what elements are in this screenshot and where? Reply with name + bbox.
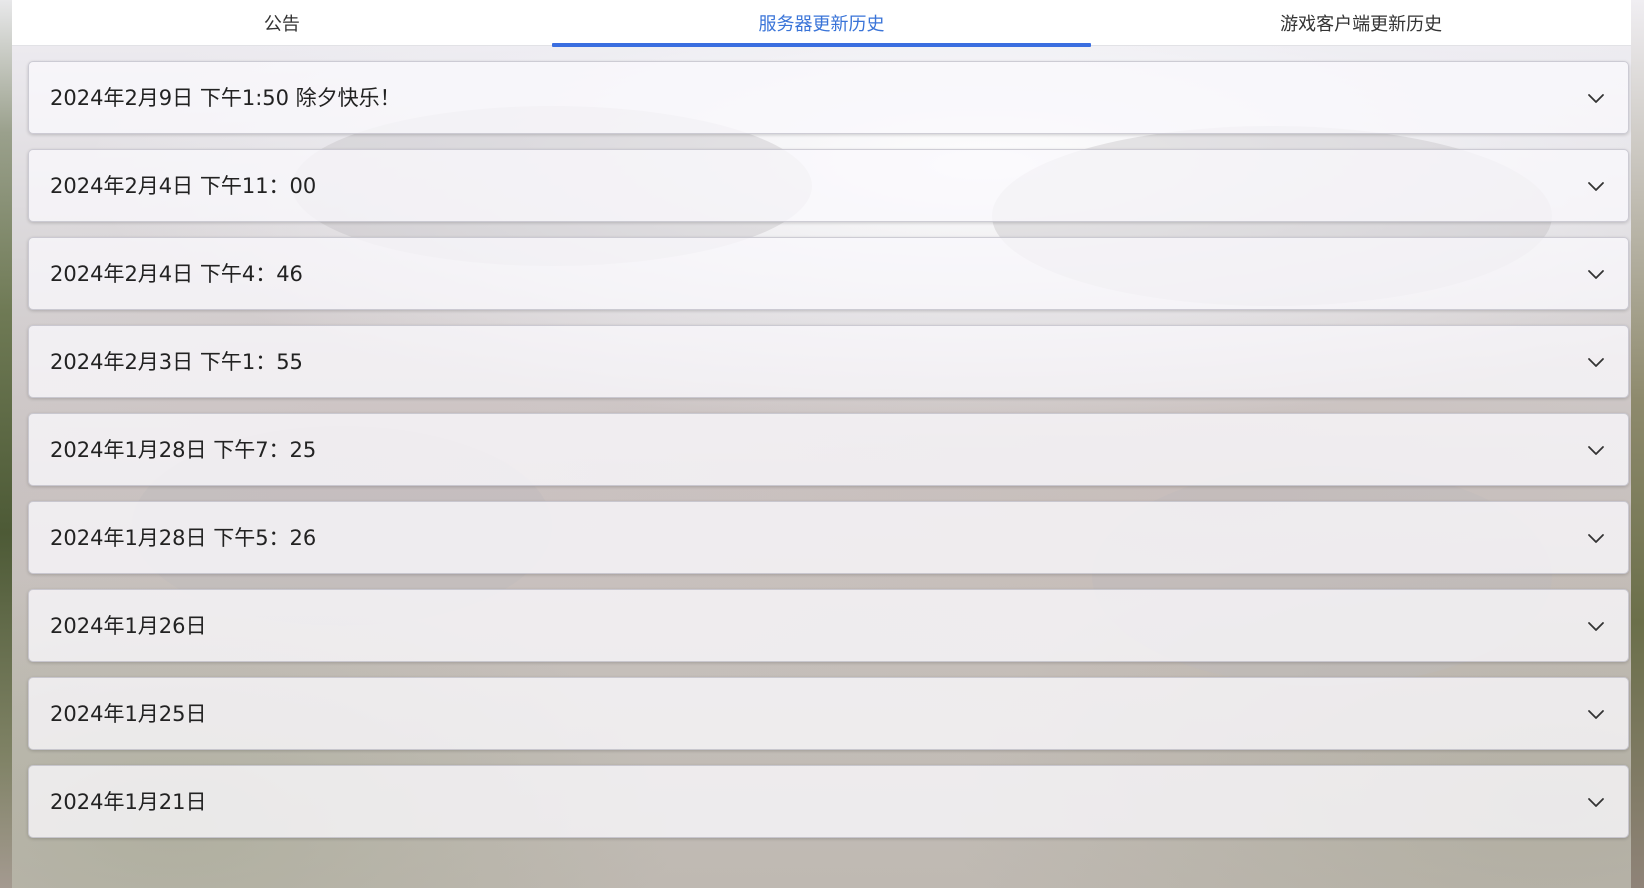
accordion-item-title: 2024年1月26日 bbox=[50, 614, 207, 638]
accordion-item-title: 2024年2月9日 下午1:50 除夕快乐！ bbox=[50, 86, 401, 110]
tab-server-update-history[interactable]: 服务器更新历史 bbox=[551, 0, 1092, 47]
accordion-item-title: 2024年2月4日 下午11：00 bbox=[50, 174, 317, 198]
accordion-item[interactable]: 2024年2月3日 下午1：55 bbox=[28, 325, 1629, 398]
accordion-item[interactable]: 2024年1月28日 下午5：26 bbox=[28, 501, 1629, 574]
update-history-list: 2024年2月9日 下午1:50 除夕快乐！ 2024年2月4日 下午11：00… bbox=[28, 61, 1629, 853]
tab-label: 游戏客户端更新历史 bbox=[1280, 13, 1443, 35]
tab-label: 服务器更新历史 bbox=[758, 13, 885, 35]
accordion-item[interactable]: 2024年1月25日 bbox=[28, 677, 1629, 750]
chevron-down-icon[interactable] bbox=[1586, 792, 1606, 812]
tab-announcements[interactable]: 公告 bbox=[12, 0, 552, 45]
accordion-item-title: 2024年1月25日 bbox=[50, 702, 207, 726]
tab-bar: 公告 服务器更新历史 游戏客户端更新历史 bbox=[12, 0, 1631, 47]
chevron-down-icon[interactable] bbox=[1586, 616, 1606, 636]
tab-client-update-history[interactable]: 游戏客户端更新历史 bbox=[1091, 0, 1631, 45]
accordion-item[interactable]: 2024年2月4日 下午11：00 bbox=[28, 149, 1629, 222]
tab-label: 公告 bbox=[263, 13, 300, 35]
chevron-down-icon[interactable] bbox=[1586, 176, 1606, 196]
accordion-item[interactable]: 2024年1月26日 bbox=[28, 589, 1629, 662]
chevron-down-icon[interactable] bbox=[1586, 88, 1606, 108]
accordion-item-title: 2024年1月28日 下午7：25 bbox=[50, 438, 317, 462]
accordion-item[interactable]: 2024年1月28日 下午7：25 bbox=[28, 413, 1629, 486]
chevron-down-icon[interactable] bbox=[1586, 440, 1606, 460]
accordion-item[interactable]: 2024年2月9日 下午1:50 除夕快乐！ bbox=[28, 61, 1629, 134]
chevron-down-icon[interactable] bbox=[1586, 704, 1606, 724]
left-edge bbox=[0, 0, 12, 888]
accordion-item[interactable]: 2024年1月21日 bbox=[28, 765, 1629, 838]
chevron-down-icon[interactable] bbox=[1586, 528, 1606, 548]
chevron-down-icon[interactable] bbox=[1586, 264, 1606, 284]
accordion-item[interactable]: 2024年2月4日 下午4：46 bbox=[28, 237, 1629, 310]
accordion-item-title: 2024年2月4日 下午4：46 bbox=[50, 262, 303, 286]
accordion-item-title: 2024年1月28日 下午5：26 bbox=[50, 526, 317, 550]
chevron-down-icon[interactable] bbox=[1586, 352, 1606, 372]
right-edge bbox=[1631, 0, 1644, 888]
accordion-item-title: 2024年2月3日 下午1：55 bbox=[50, 350, 303, 374]
active-tab-indicator bbox=[551, 43, 1092, 47]
accordion-item-title: 2024年1月21日 bbox=[50, 790, 207, 814]
